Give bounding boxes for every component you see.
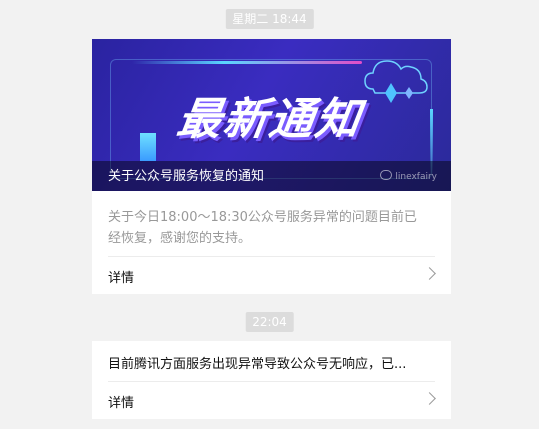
article-title[interactable]: 关于公众号服务恢复的通知 bbox=[108, 165, 264, 184]
banner-title: 最新通知 bbox=[173, 94, 365, 145]
article-banner[interactable]: 最新通知 关于公众号服务恢复的通知 linexfairy bbox=[92, 39, 451, 191]
article-card-1[interactable]: 最新通知 关于公众号服务恢复的通知 linexfairy 关于今日18:00～1… bbox=[92, 39, 451, 294]
divider bbox=[108, 381, 435, 382]
timestamp-1: 星期二 18:44 bbox=[225, 9, 314, 29]
details-label: 详情 bbox=[108, 271, 135, 286]
cloud-icon bbox=[364, 60, 428, 103]
banner-glow-line bbox=[132, 61, 362, 64]
watermark-text: linexfairy bbox=[395, 172, 437, 182]
divider bbox=[108, 256, 435, 257]
article-description: 关于今日18:00～18:30公众号服务异常的问题目前已经恢复，感谢您的支持。 bbox=[108, 210, 417, 246]
chevron-right-icon bbox=[423, 392, 436, 405]
text-card-2[interactable]: 目前腾讯方面服务出现异常导致公众号无响应，已... 详情 bbox=[92, 341, 451, 419]
details-link-1[interactable]: 详情 bbox=[92, 258, 451, 294]
banner-watermark: linexfairy bbox=[380, 170, 437, 182]
message-text: 目前腾讯方面服务出现异常导致公众号无响应，已... bbox=[108, 357, 407, 372]
details-label: 详情 bbox=[108, 396, 135, 411]
timestamp-2: 22:04 bbox=[245, 312, 294, 332]
wechat-icon bbox=[380, 170, 393, 180]
banner-arrow-decoration bbox=[140, 133, 156, 161]
details-link-2[interactable]: 详情 bbox=[92, 383, 451, 419]
chevron-right-icon bbox=[423, 267, 436, 280]
